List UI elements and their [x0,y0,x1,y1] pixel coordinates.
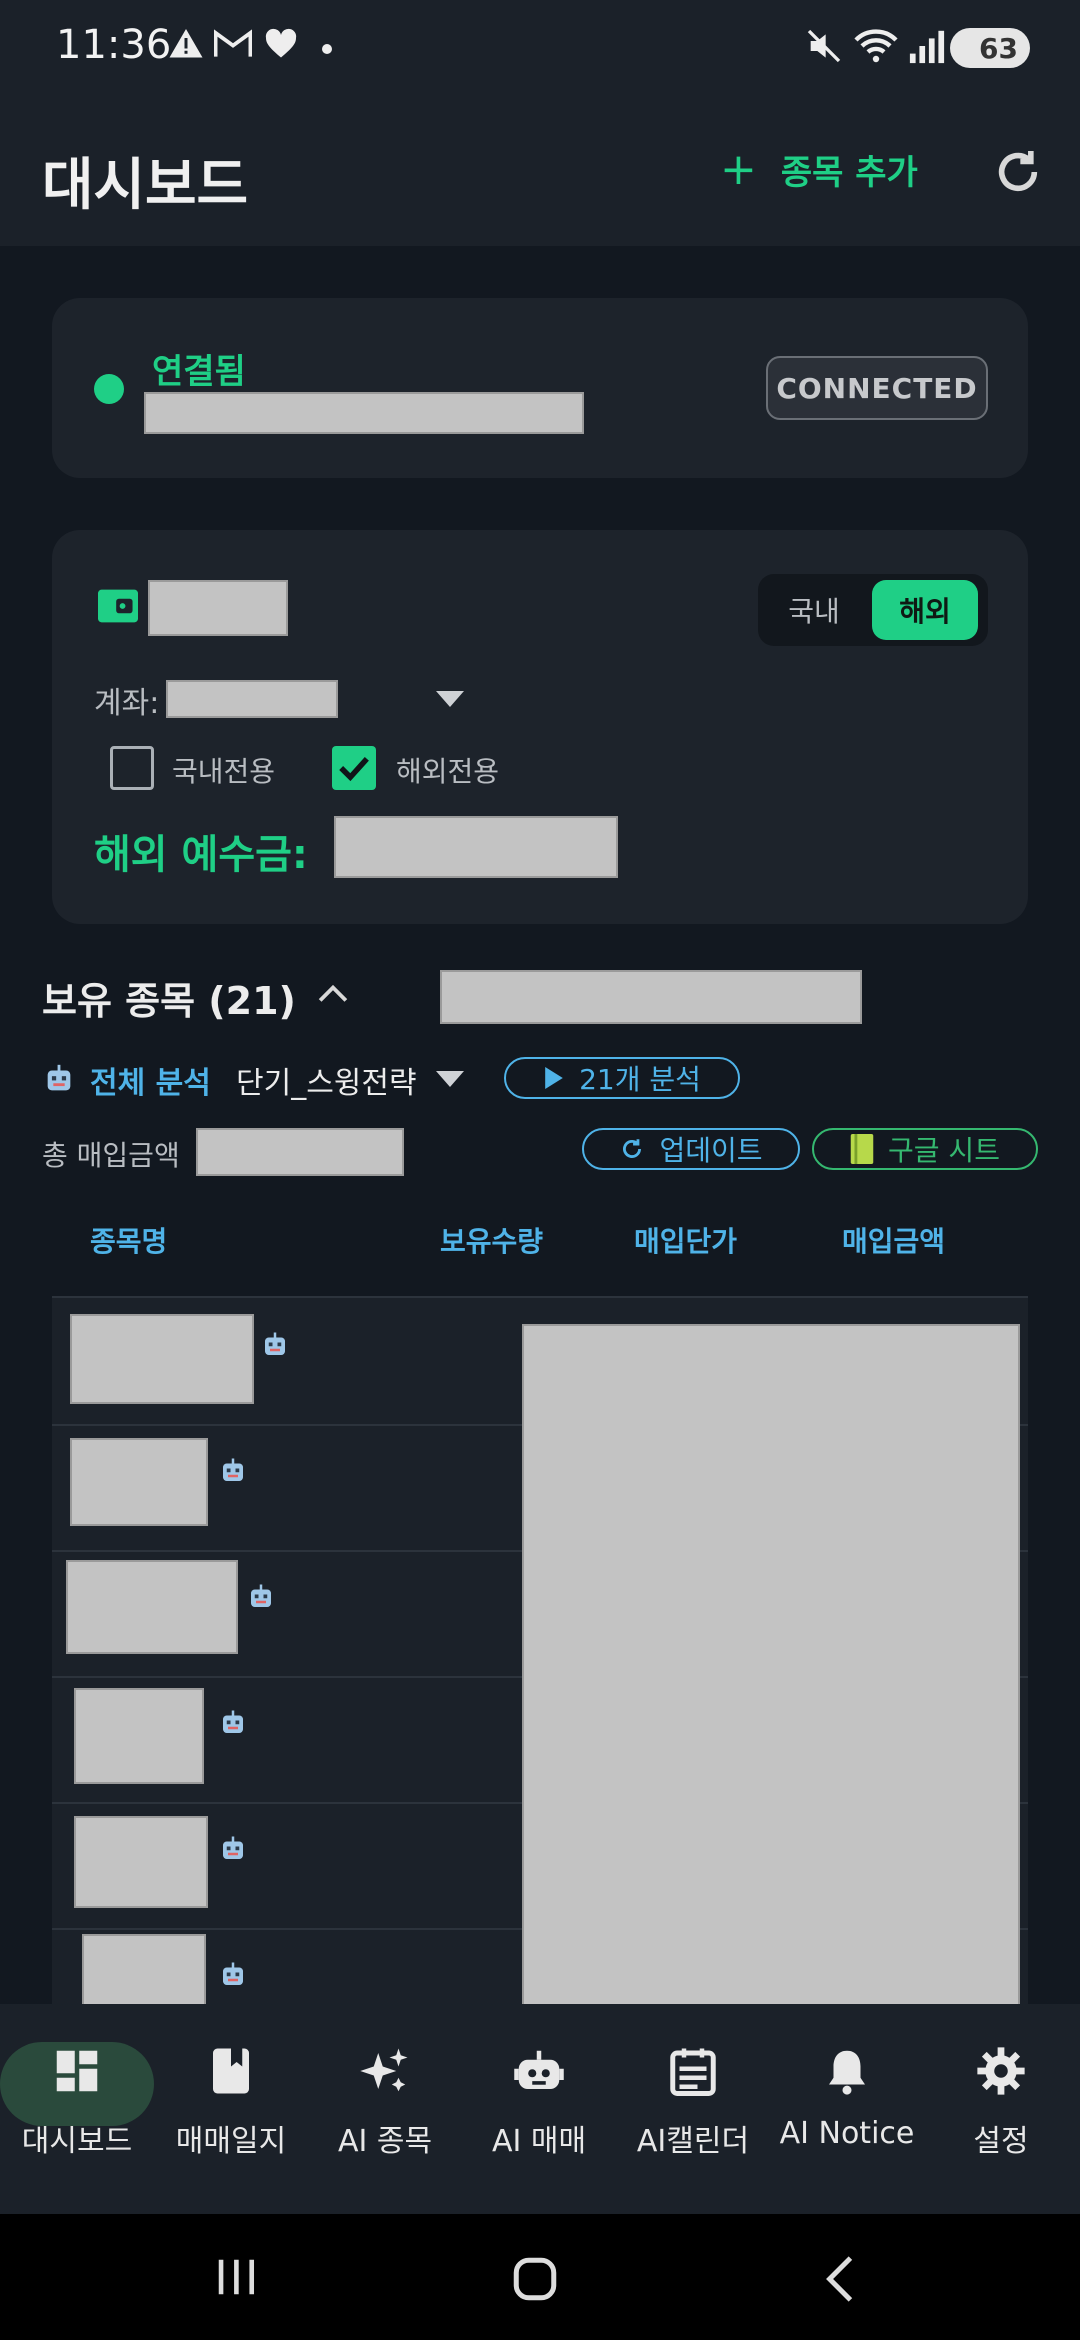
deposit-label: 해외 예수금: [94,832,308,878]
robot-icon[interactable] [246,1582,276,1612]
dashboard-icon [56,2050,98,2092]
analyze-all-label[interactable]: 전체 분석 [90,1058,211,1102]
calendar-icon [670,2048,716,2096]
column-header-unit-price[interactable]: 매입단가 [634,1220,737,1260]
nav-ai-calendar-label: AI캘린더 [636,2124,750,2159]
redacted-stock-name [66,1560,238,1654]
analyze-button[interactable]: 21개 분석 [504,1057,740,1099]
signal-icon [909,30,945,64]
warning-icon [169,29,203,58]
segment-domestic[interactable]: 국내 [774,584,854,636]
bottom-navigation: 대시보드 매매일지 AI 종목 AI 매매 AI캘린더 AI Notice 설정 [0,2004,1080,2214]
column-header-name[interactable]: 종목명 [90,1220,167,1260]
strategy-select[interactable]: 단기_스윙전략 [236,1058,417,1102]
checkbox-overseas-label: 해외전용 [396,755,500,788]
refresh-icon[interactable] [990,144,1046,200]
google-sheet-button[interactable]: 구글 시트 [812,1128,1038,1170]
update-button-label: 업데이트 [659,1134,763,1167]
battery-icon: 63 [950,28,1030,68]
market-segment: 국내 해외 [758,574,988,646]
add-stock-button[interactable]: + 종목 추가 [720,144,918,195]
redacted-connection-info [144,392,584,434]
connected-badge: CONNECTED [766,356,988,420]
redacted-stock-name [70,1314,254,1404]
chevron-up-icon[interactable] [318,984,348,1004]
gmail-icon [214,29,252,57]
account-label: 계좌: [94,686,160,721]
nav-settings-label: 설정 [973,2124,1029,2159]
analyze-button-label: 21개 분석 [579,1063,701,1096]
nav-ai-trading-label: AI 매매 [491,2124,587,2159]
gear-icon [977,2047,1025,2095]
redacted-deposit-amount [334,816,618,878]
system-navigation-bar [0,2214,1080,2340]
redacted-holdings-values [522,1324,1020,2018]
sheet-book-icon [850,1134,874,1164]
robot-icon[interactable] [218,1834,248,1864]
add-stock-label: 종목 추가 [780,153,918,193]
total-purchase-label: 총 매입금액 [42,1139,180,1172]
check-icon [339,756,369,782]
redacted-holdings-summary [440,970,862,1024]
google-sheet-label: 구글 시트 [888,1134,1000,1167]
connection-status: 연결됨 [152,352,246,392]
robot-icon[interactable] [260,1330,290,1360]
nav-ai-trading[interactable]: AI 매매 [462,2044,616,2160]
battery-level: 63 [979,31,1018,65]
wallet-icon [98,589,138,623]
play-icon [545,1067,563,1089]
connection-card: 연결됨 CONNECTED [52,298,1028,478]
mute-icon [807,29,841,63]
robot-icon[interactable] [218,1708,248,1738]
app-bar: 대시보드 + 종목 추가 [0,100,1080,246]
account-select[interactable] [166,680,338,718]
sparkle-icon [360,2048,408,2092]
nav-trade-journal-label: 매매일지 [175,2124,287,2159]
robot-nav-icon [514,2050,564,2089]
bell-icon [829,2050,865,2095]
segment-overseas[interactable]: 해외 [872,580,978,640]
account-card: 국내 해외 계좌: 국내전용 해외전용 해외 예수금: [52,530,1028,924]
connection-dot [94,374,124,404]
holdings-title: 보유 종목 (21) [42,979,296,1023]
redacted-stock-name [70,1438,208,1526]
nav-ai-stocks[interactable]: AI 종목 [308,2044,462,2160]
redacted-stock-name [74,1688,204,1784]
status-time: 11:36 [56,22,172,68]
checkbox-overseas[interactable] [332,746,376,790]
nav-trade-journal[interactable]: 매매일지 [154,2044,308,2160]
nav-ai-notice-label: AI Notice [779,2116,915,2151]
back-icon[interactable] [820,2254,860,2304]
redacted-total-purchase [196,1128,404,1176]
page-title: 대시보드 [42,153,249,218]
heart-icon [265,28,297,58]
checkbox-domestic[interactable] [110,746,154,790]
column-header-quantity[interactable]: 보유수량 [440,1220,543,1260]
recent-apps-icon[interactable] [212,2254,260,2300]
nav-dashboard[interactable]: 대시보드 [0,2044,154,2160]
nav-ai-stocks-label: AI 종목 [337,2124,433,2159]
book-icon [213,2048,249,2094]
redacted-stock-name [82,1934,206,2012]
robot-icon[interactable] [218,1456,248,1486]
home-icon[interactable] [510,2254,560,2304]
nav-settings[interactable]: 설정 [924,2044,1078,2160]
update-refresh-icon [623,1139,642,1158]
strategy-chevron-down-icon[interactable] [436,1070,464,1088]
nav-ai-notice[interactable]: AI Notice [770,2044,924,2151]
chevron-down-icon[interactable] [436,690,464,708]
wifi-icon [854,29,898,63]
status-bar: 11:36 63 [0,0,1080,100]
more-notifications-dot [322,44,332,54]
robot-icon [47,1064,71,1091]
checkbox-domestic-label: 국내전용 [172,755,276,788]
column-header-purchase-amount[interactable]: 매입금액 [842,1220,945,1260]
robot-icon[interactable] [218,1960,248,1990]
nav-dashboard-label: 대시보드 [21,2124,133,2159]
redacted-stock-name [74,1816,208,1908]
plus-icon: + [720,144,757,195]
redacted-account-name [148,580,288,636]
nav-ai-calendar[interactable]: AI캘린더 [616,2044,770,2160]
update-button[interactable]: 업데이트 [582,1128,800,1170]
